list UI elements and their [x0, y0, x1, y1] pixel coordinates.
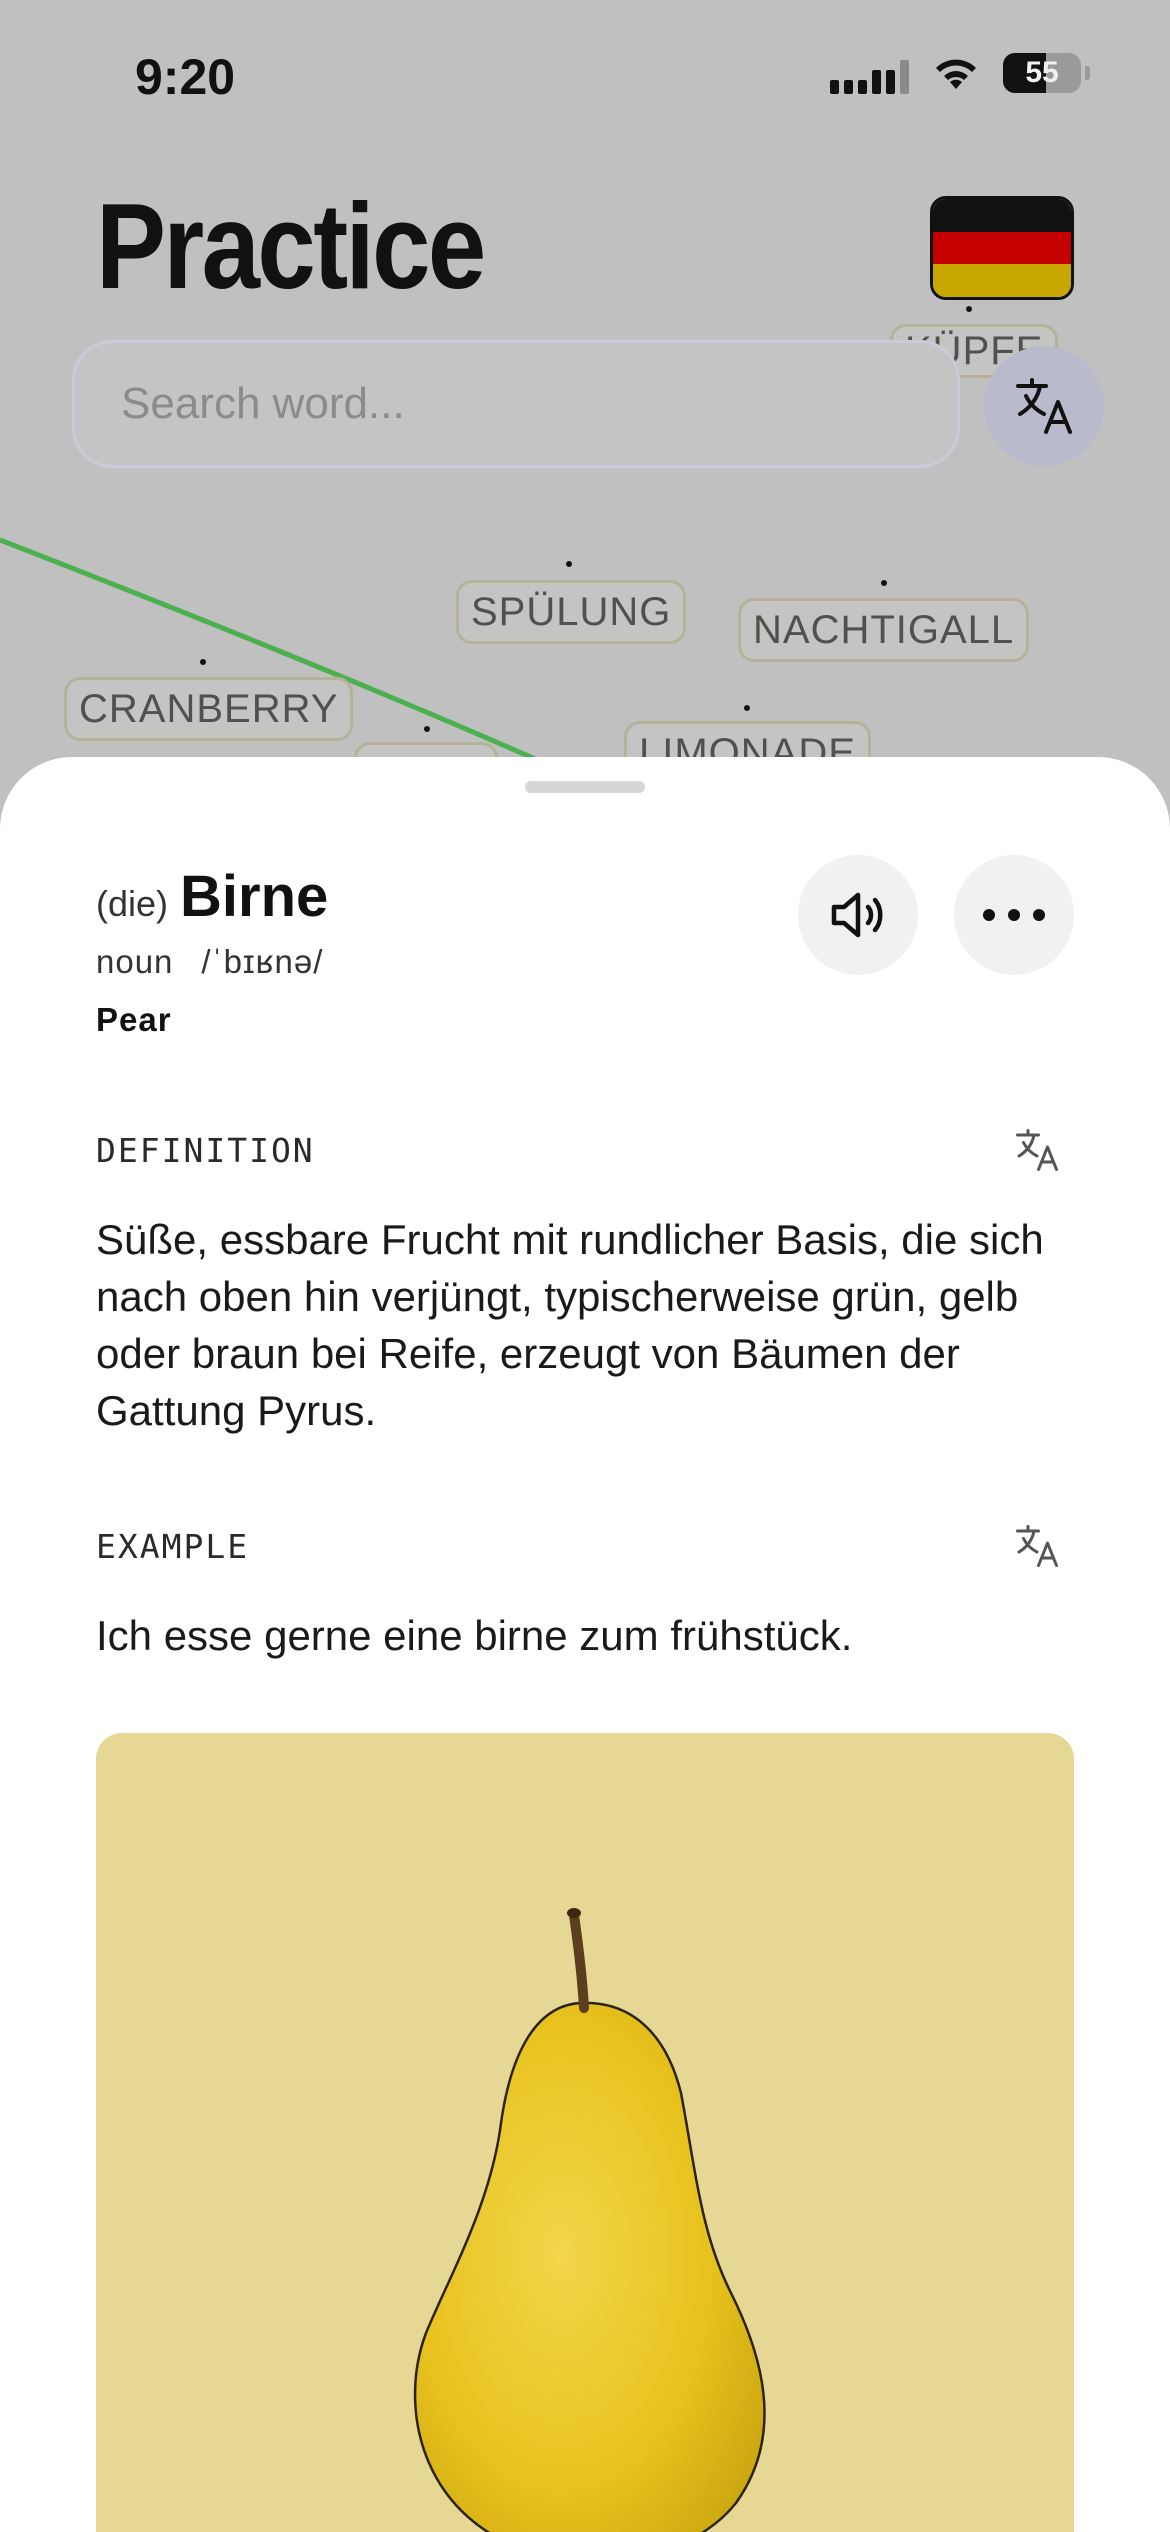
example-text: Ich esse gerne eine birne zum frühstück.	[96, 1612, 853, 1659]
translate-icon	[1016, 378, 1072, 434]
word-meta: noun /ˈbɪʁnə/	[96, 943, 323, 981]
word-article: (die)	[96, 883, 169, 924]
more-options-button[interactable]	[954, 855, 1074, 975]
definition-translate-button[interactable]	[1012, 1125, 1062, 1175]
pronunciation-ipa: /ˈbɪʁnə/	[201, 943, 324, 980]
translate-button[interactable]	[984, 346, 1104, 466]
word-detail-sheet: (die) Birne noun /ˈbɪʁnə/ Pear DEFINITIO…	[0, 757, 1170, 2532]
example-translate-button[interactable]	[1012, 1521, 1062, 1571]
pear-illustration	[413, 1908, 766, 2532]
word-heading: (die) Birne	[96, 863, 328, 930]
word-chip-cranberry[interactable]: CRANBERRY	[64, 677, 354, 741]
practice-screen: 9:20 55 Practice KÜPFE Search word... SP…	[0, 0, 1170, 806]
word-illustration	[96, 1733, 1074, 2532]
search-input[interactable]	[121, 379, 957, 429]
graph-node-dot	[424, 726, 430, 732]
graph-node-dot	[881, 580, 887, 586]
more-icon	[983, 909, 1045, 921]
definition-label: DEFINITION	[96, 1131, 315, 1170]
translate-icon	[1016, 1525, 1058, 1567]
speaker-icon	[831, 892, 883, 938]
graph-node-dot	[200, 659, 206, 665]
example-label: EXAMPLE	[96, 1527, 250, 1566]
definition-text: Süße, essbare Frucht mit rundlicher Basi…	[96, 1216, 1044, 1434]
word-chip-nachtigall[interactable]: NACHTIGALL	[738, 598, 1030, 662]
graph-node-dot	[744, 705, 750, 711]
sheet-grabber[interactable]	[525, 781, 645, 793]
word-chip-spulung[interactable]: SPÜLUNG	[456, 580, 687, 644]
word-title: Birne	[180, 864, 329, 929]
graph-node-dot	[566, 561, 572, 567]
pronounce-button[interactable]	[798, 855, 918, 975]
translate-icon	[1016, 1129, 1058, 1171]
part-of-speech: noun	[96, 943, 174, 980]
word-translation: Pear	[96, 1001, 172, 1038]
graph-node-dot	[966, 306, 972, 312]
search-field[interactable]	[72, 340, 960, 468]
